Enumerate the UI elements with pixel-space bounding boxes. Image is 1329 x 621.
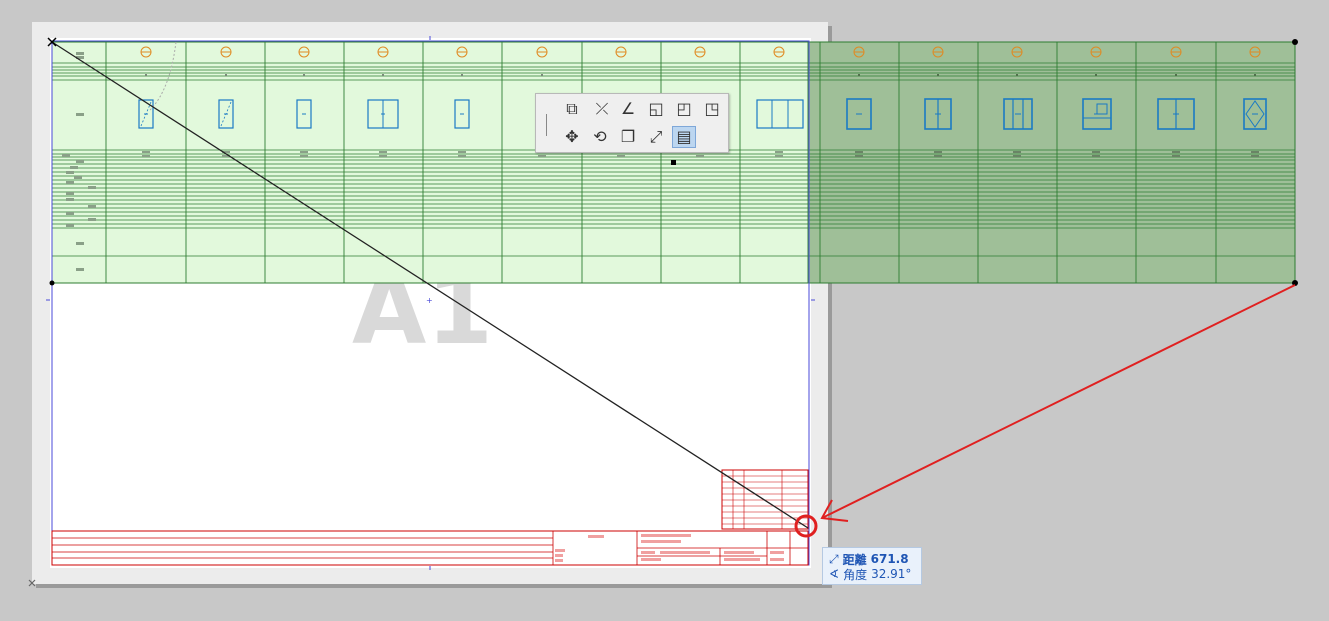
angle-value: 32.91° bbox=[871, 567, 912, 581]
center-plus-marker: + bbox=[426, 296, 433, 305]
door-cell-value bbox=[458, 151, 466, 153]
door-cell-dot bbox=[303, 74, 305, 76]
header-cell-text bbox=[70, 166, 78, 169]
header-cell-text bbox=[88, 218, 96, 221]
title-block-text bbox=[555, 559, 563, 562]
title-block-text bbox=[641, 558, 661, 561]
title-block-text bbox=[641, 534, 691, 537]
header-cell-text bbox=[66, 224, 74, 227]
door-cell-value bbox=[855, 155, 863, 157]
header-cell-text bbox=[66, 192, 74, 195]
door-cell-value bbox=[1013, 151, 1021, 153]
title-block-text bbox=[588, 535, 604, 538]
header-cell-text bbox=[76, 52, 84, 55]
door-cell-dot bbox=[145, 74, 147, 76]
door-cell-dot bbox=[1175, 74, 1177, 76]
subtract-point-icon[interactable]: ◳ bbox=[700, 98, 724, 120]
title-block-text bbox=[724, 558, 760, 561]
door-cell-value bbox=[1092, 151, 1100, 153]
title-block-text bbox=[555, 549, 565, 552]
measurement-tracker: ⤢ 距離 671.8 ∢ 角度 32.91° bbox=[822, 547, 922, 585]
schedule-handle-top-right[interactable] bbox=[1292, 39, 1298, 45]
door-cell-value bbox=[300, 151, 308, 153]
offset-icon[interactable]: ⤫ bbox=[590, 98, 614, 120]
toolbar-anchor-point[interactable] bbox=[671, 160, 676, 165]
angle-icon: ∢ bbox=[829, 567, 840, 581]
toolbar-separator bbox=[546, 114, 547, 136]
header-cell-text bbox=[76, 268, 84, 271]
door-cell-value bbox=[775, 151, 783, 153]
header-cell-text bbox=[66, 212, 74, 215]
stretch-schedule-icon[interactable]: ▤ bbox=[672, 126, 696, 148]
add-point-icon[interactable]: ◰ bbox=[672, 98, 696, 120]
door-cell-value bbox=[934, 155, 942, 157]
distance-icon: ⤢ bbox=[829, 551, 839, 566]
door-cell-dot bbox=[1095, 74, 1097, 76]
fillet-icon[interactable]: ◱ bbox=[644, 98, 668, 120]
annotation-arrow-line bbox=[821, 284, 1296, 519]
distance-value: 671.8 bbox=[870, 552, 909, 566]
door-cell-value bbox=[458, 155, 466, 157]
title-block-text bbox=[641, 551, 655, 554]
header-cell-text bbox=[76, 242, 84, 245]
door-cell-value bbox=[1092, 155, 1100, 157]
angle-label: 角度 bbox=[843, 567, 868, 582]
door-cell-dot bbox=[1254, 74, 1256, 76]
rotate-icon[interactable]: ⟲ bbox=[588, 126, 612, 148]
door-cell-value bbox=[142, 151, 150, 153]
door-cell-value bbox=[538, 155, 546, 157]
schedule-handle-left-mid[interactable] bbox=[49, 280, 55, 286]
title-block-text bbox=[770, 551, 784, 554]
door-cell-value bbox=[696, 155, 704, 157]
door-cell-dot bbox=[541, 74, 543, 76]
door-cell-value bbox=[1013, 155, 1021, 157]
header-cell-text bbox=[62, 154, 70, 157]
header-cell-text bbox=[66, 181, 74, 184]
schedule-background bbox=[808, 41, 1296, 284]
door-cell-value bbox=[1251, 155, 1259, 157]
angle-row: ∢ 角度 32.91° bbox=[829, 566, 911, 582]
distance-row: ⤢ 距離 671.8 bbox=[829, 551, 909, 567]
door-cell-value bbox=[617, 155, 625, 157]
door-cell-dot bbox=[225, 74, 227, 76]
header-cell-text bbox=[66, 198, 74, 201]
door-cell-value bbox=[379, 155, 387, 157]
title-block-text bbox=[770, 558, 784, 561]
header-cell-text bbox=[76, 160, 84, 163]
schedule-background bbox=[51, 41, 810, 284]
title-block-text bbox=[555, 554, 563, 557]
door-cell-value bbox=[934, 151, 942, 153]
door-cell-dot bbox=[858, 74, 860, 76]
door-schedule-drag-preview bbox=[808, 41, 1296, 284]
door-cell-value bbox=[775, 155, 783, 157]
header-cell-text bbox=[66, 171, 74, 174]
door-cell-value bbox=[379, 151, 387, 153]
door-cell-dot bbox=[382, 74, 384, 76]
header-cell-text bbox=[76, 113, 84, 116]
door-cell-value bbox=[142, 155, 150, 157]
door-cell-dot bbox=[1016, 74, 1018, 76]
move-icon[interactable]: ✥ bbox=[560, 126, 584, 148]
copy-icon[interactable]: ❐ bbox=[616, 126, 640, 148]
door-cell-value bbox=[300, 155, 308, 157]
resize-icon[interactable]: ⤢ bbox=[644, 126, 668, 148]
title-block-text bbox=[660, 551, 710, 554]
title-block-text bbox=[641, 540, 681, 543]
header-cell-text bbox=[74, 176, 82, 179]
door-cell-value bbox=[1172, 151, 1180, 153]
door-cell-dot bbox=[461, 74, 463, 76]
pet-palette-toolbar: ⧉ ⤫ ∠ ◱ ◰ ◳ ✥ ⟲ ❐ ⤢ ▤ bbox=[535, 93, 729, 153]
title-block-text bbox=[724, 551, 754, 554]
door-schedule-on-sheet[interactable] bbox=[51, 41, 810, 284]
header-cell-text bbox=[88, 205, 96, 208]
header-cell-text bbox=[88, 186, 96, 189]
angle-icon[interactable]: ∠ bbox=[616, 98, 640, 120]
door-cell-value bbox=[1172, 155, 1180, 157]
door-cell-value bbox=[855, 151, 863, 153]
drag-icon[interactable]: ⧉ bbox=[560, 98, 584, 120]
door-cell-dot bbox=[937, 74, 939, 76]
door-cell-value bbox=[1251, 151, 1259, 153]
